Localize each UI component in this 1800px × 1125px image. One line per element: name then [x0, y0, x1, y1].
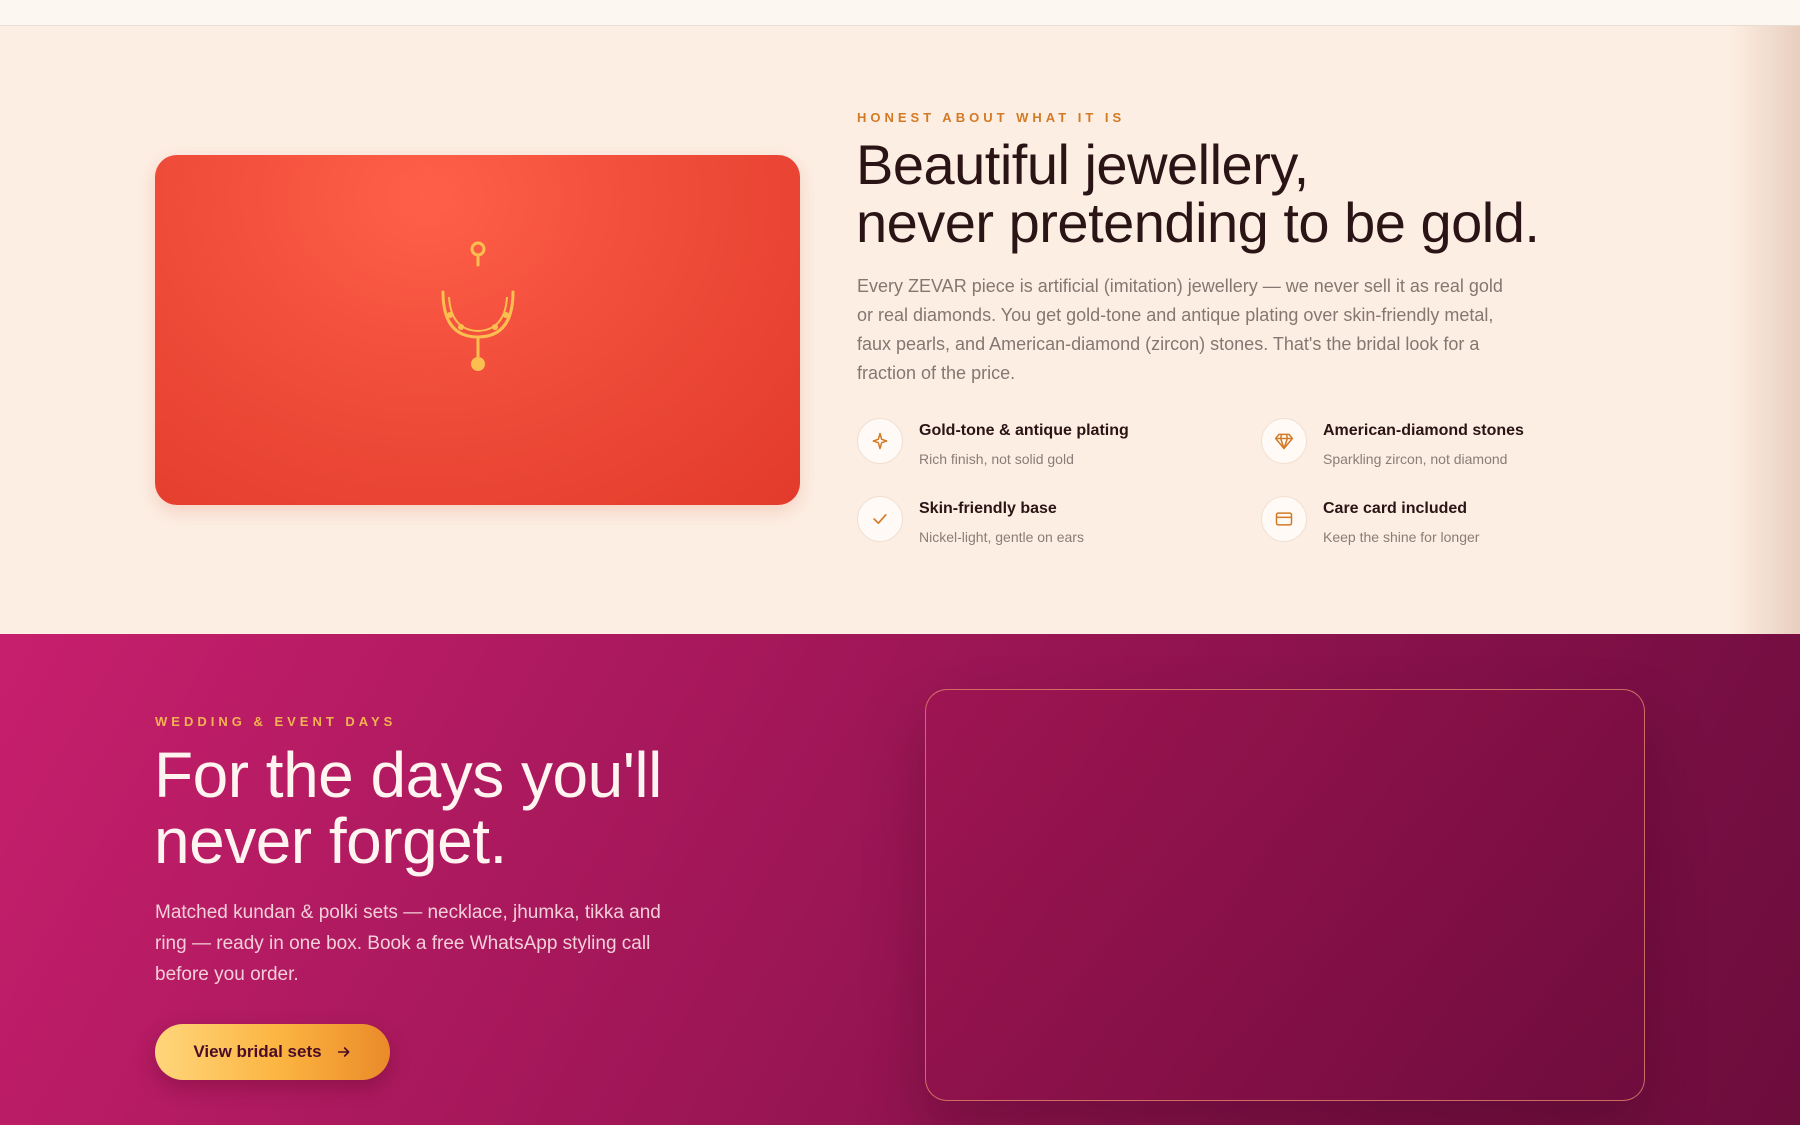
feature-title: American-diamond stones: [1323, 422, 1524, 439]
title-line: For the days you'll: [154, 739, 662, 811]
section-eyebrow: WEDDING & EVENT DAYS: [155, 714, 397, 729]
edge-shadow: [1730, 26, 1800, 634]
feature-stones: American-diamond stones Sparkling zircon…: [1261, 418, 1641, 474]
feature-subtitle: Nickel-light, gentle on ears: [919, 529, 1084, 545]
jewellery-image-card: [155, 155, 800, 505]
check-icon: [857, 496, 903, 542]
feature-title: Care card included: [1323, 500, 1468, 517]
top-nav-bar: [0, 0, 1800, 26]
section-description: Every ZEVAR piece is artificial (imitati…: [857, 276, 1503, 383]
feature-plating: Gold-tone & antique plating Rich finish,…: [857, 418, 1237, 474]
section-title: Beautiful jewellery, never pretending to…: [856, 133, 1540, 254]
pendant-necklace-icon: [441, 241, 515, 371]
feature-care-card: Care card included Keep the shine for lo…: [1261, 496, 1641, 552]
section-description: Matched kundan & polki sets — necklace, …: [155, 902, 661, 985]
section-title: For the days you'll never forget.: [154, 742, 662, 874]
arrow-right-icon: [337, 1047, 350, 1057]
title-line: never forget.: [154, 805, 507, 877]
feature-skin: Skin-friendly base Nickel-light, gentle …: [857, 496, 1237, 552]
title-line: never pretending to be gold.: [856, 191, 1540, 254]
wedding-section: WEDDING & EVENT DAYS For the days you'll…: [0, 634, 1800, 1125]
feature-title: Skin-friendly base: [919, 500, 1057, 517]
feature-title: Gold-tone & antique plating: [919, 422, 1129, 439]
feature-subtitle: Keep the shine for longer: [1323, 529, 1480, 545]
feature-subtitle: Rich finish, not solid gold: [919, 451, 1074, 467]
feature-subtitle: Sparkling zircon, not diamond: [1323, 451, 1508, 467]
honest-section: HONEST ABOUT WHAT IT IS Beautiful jewell…: [0, 26, 1800, 634]
view-bridal-sets-button[interactable]: View bridal sets: [155, 1024, 390, 1080]
sparkle-icon: [857, 418, 903, 464]
title-line: Beautiful jewellery,: [856, 133, 1309, 196]
bridal-image-frame: [925, 689, 1645, 1101]
card-icon: [1261, 496, 1307, 542]
section-eyebrow: HONEST ABOUT WHAT IT IS: [857, 110, 1126, 125]
button-label: View bridal sets: [193, 1042, 322, 1061]
diamond-icon: [1261, 418, 1307, 464]
